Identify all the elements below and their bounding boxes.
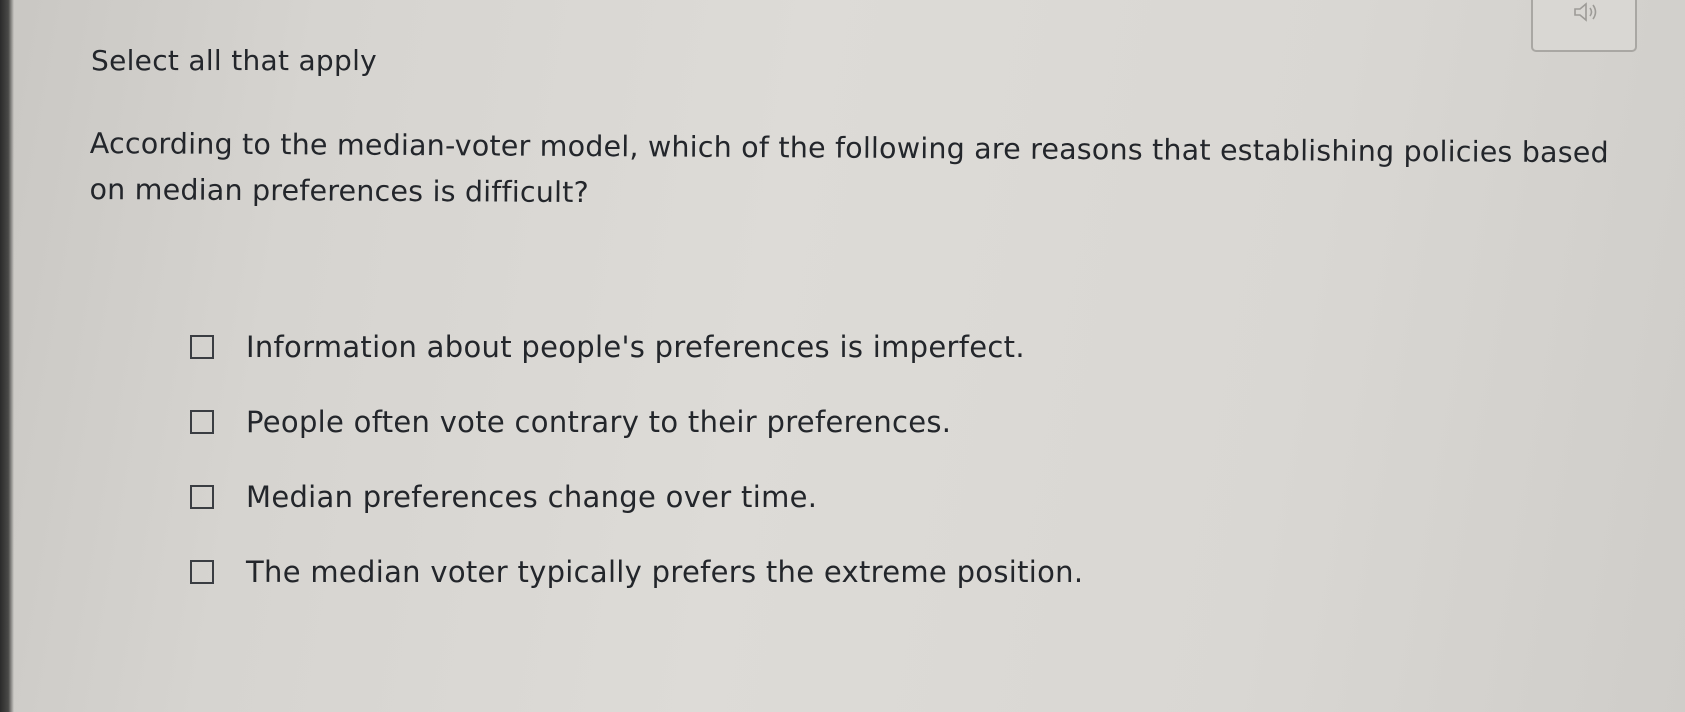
option-2[interactable]: People often vote contrary to their pref…: [190, 405, 951, 439]
option-1[interactable]: Information about people's preferences i…: [190, 330, 1025, 364]
screen-bezel: [0, 0, 14, 712]
instruction-text: Select all that apply: [91, 44, 378, 77]
option-4-label: The median voter typically prefers the e…: [246, 555, 1084, 589]
speaker-icon: [1574, 2, 1597, 22]
checkbox-option-1[interactable]: [190, 335, 214, 359]
option-3[interactable]: Median preferences change over time.: [190, 480, 817, 514]
checkbox-option-3[interactable]: [190, 485, 214, 509]
question-text: According to the median-voter model, whi…: [89, 121, 1650, 223]
audio-button[interactable]: [1531, 0, 1637, 52]
checkbox-option-4[interactable]: [190, 560, 214, 584]
option-2-label: People often vote contrary to their pref…: [246, 405, 952, 439]
option-1-label: Information about people's preferences i…: [246, 330, 1025, 364]
checkbox-option-2[interactable]: [190, 410, 214, 434]
question-line-2: on median preferences is difficult?: [89, 172, 589, 210]
option-3-label: Median preferences change over time.: [246, 480, 818, 514]
option-4[interactable]: The median voter typically prefers the e…: [190, 555, 1083, 589]
